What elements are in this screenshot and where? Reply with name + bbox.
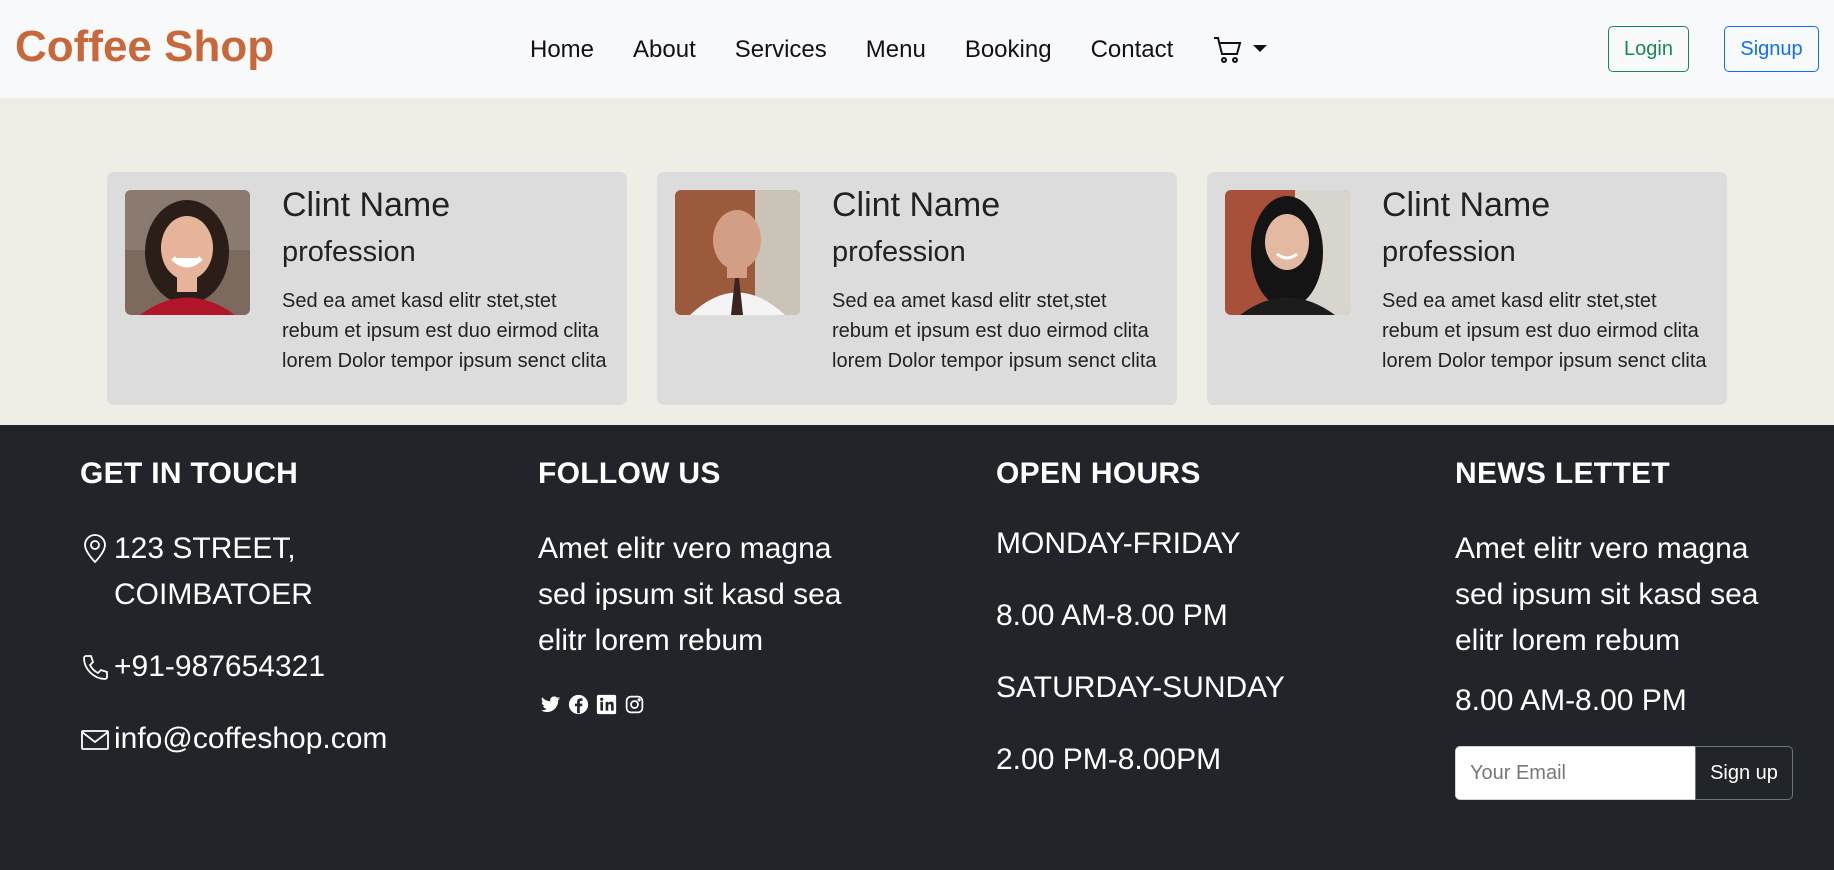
newsletter-hours: 8.00 AM-8.00 PM — [1455, 684, 1687, 717]
newsletter-form: Sign up — [1455, 746, 1793, 800]
client-name: Clint Name — [282, 186, 451, 224]
client-profession: profession — [1382, 236, 1516, 268]
avatar — [675, 190, 800, 315]
weekday-time: 8.00 AM-8.00 PM — [996, 599, 1228, 632]
testimonial-card: Clint Name profession Sed ea amet kasd e… — [107, 172, 627, 405]
nav-link-about[interactable]: About — [633, 36, 696, 64]
footer-follow: FOLLOW US Amet elitr vero magna sed ipsu… — [538, 457, 938, 716]
email-text: info@coffeshop.com — [114, 722, 388, 755]
address-text: 123 STREET, COIMBATOER — [114, 532, 313, 611]
cart-icon — [1214, 37, 1242, 63]
envelope-icon — [81, 730, 109, 750]
follow-heading: FOLLOW US — [538, 457, 721, 490]
testimonial-text: Sed ea amet kasd elitr stet,stet rebum e… — [832, 290, 1157, 372]
footer-newsletter: NEWS LETTET Amet elitr vero magna sed ip… — [1455, 457, 1815, 800]
client-profession: profession — [282, 236, 416, 268]
newsletter-text: Amet elitr vero magna sed ipsum sit kasd… — [1455, 532, 1759, 657]
nav-links: Home About Services Menu Booking Contact — [530, 34, 1268, 66]
social-links — [538, 692, 938, 716]
testimonial-text: Sed ea amet kasd elitr stet,stet rebum e… — [282, 290, 607, 372]
client-name: Clint Name — [832, 186, 1001, 224]
contact-heading: GET IN TOUCH — [80, 457, 299, 490]
client-name: Clint Name — [1382, 186, 1551, 224]
brand-logo[interactable]: Coffee Shop — [15, 22, 274, 72]
newsletter-heading: NEWS LETTET — [1455, 457, 1670, 490]
nav-link-contact[interactable]: Contact — [1091, 36, 1174, 64]
signup-button[interactable]: Signup — [1724, 26, 1819, 72]
email-input[interactable] — [1455, 746, 1695, 800]
footer: GET IN TOUCH 123 STREET, COIMBATOER +91-… — [0, 425, 1834, 870]
testimonial-card: Clint Name profession Sed ea amet kasd e… — [657, 172, 1177, 405]
testimonial-text: Sed ea amet kasd elitr stet,stet rebum e… — [1382, 290, 1707, 372]
footer-hours: OPEN HOURS MONDAY-FRIDAY 8.00 AM-8.00 PM… — [996, 457, 1396, 814]
client-profession: profession — [832, 236, 966, 268]
linkedin-icon[interactable] — [594, 692, 618, 716]
phone: +91-987654321 — [80, 644, 480, 690]
login-button[interactable]: Login — [1608, 26, 1689, 72]
follow-text: Amet elitr vero magna sed ipsum sit kasd… — [538, 532, 842, 657]
nav-link-home[interactable]: Home — [530, 36, 594, 64]
testimonials-section: Clint Name profession Sed ea amet kasd e… — [0, 98, 1834, 425]
nav-link-booking[interactable]: Booking — [965, 36, 1052, 64]
avatar — [1225, 190, 1350, 315]
navbar: Coffee Shop Home About Services Menu Boo… — [0, 0, 1834, 98]
nav-link-menu[interactable]: Menu — [866, 36, 926, 64]
phone-text: +91-987654321 — [114, 650, 326, 683]
chevron-down-icon — [1253, 44, 1268, 52]
weekend-label: SATURDAY-SUNDAY — [996, 671, 1285, 704]
email: info@coffeshop.com — [80, 716, 480, 762]
weekday-label: MONDAY-FRIDAY — [996, 527, 1241, 560]
footer-contact: GET IN TOUCH 123 STREET, COIMBATOER +91-… — [80, 457, 480, 762]
cart-dropdown[interactable] — [1212, 34, 1268, 66]
address: 123 STREET, COIMBATOER — [80, 526, 380, 618]
nav-link-services[interactable]: Services — [735, 36, 827, 64]
testimonial-card: Clint Name profession Sed ea amet kasd e… — [1207, 172, 1727, 405]
instagram-icon[interactable] — [622, 692, 646, 716]
weekend-time: 2.00 PM-8.00PM — [996, 743, 1222, 776]
hours-heading: OPEN HOURS — [996, 457, 1201, 490]
avatar — [125, 190, 250, 315]
location-pin-icon — [84, 534, 106, 564]
phone-icon — [83, 655, 108, 680]
twitter-icon[interactable] — [538, 692, 562, 716]
subscribe-button[interactable]: Sign up — [1695, 746, 1793, 800]
facebook-icon[interactable] — [566, 692, 590, 716]
